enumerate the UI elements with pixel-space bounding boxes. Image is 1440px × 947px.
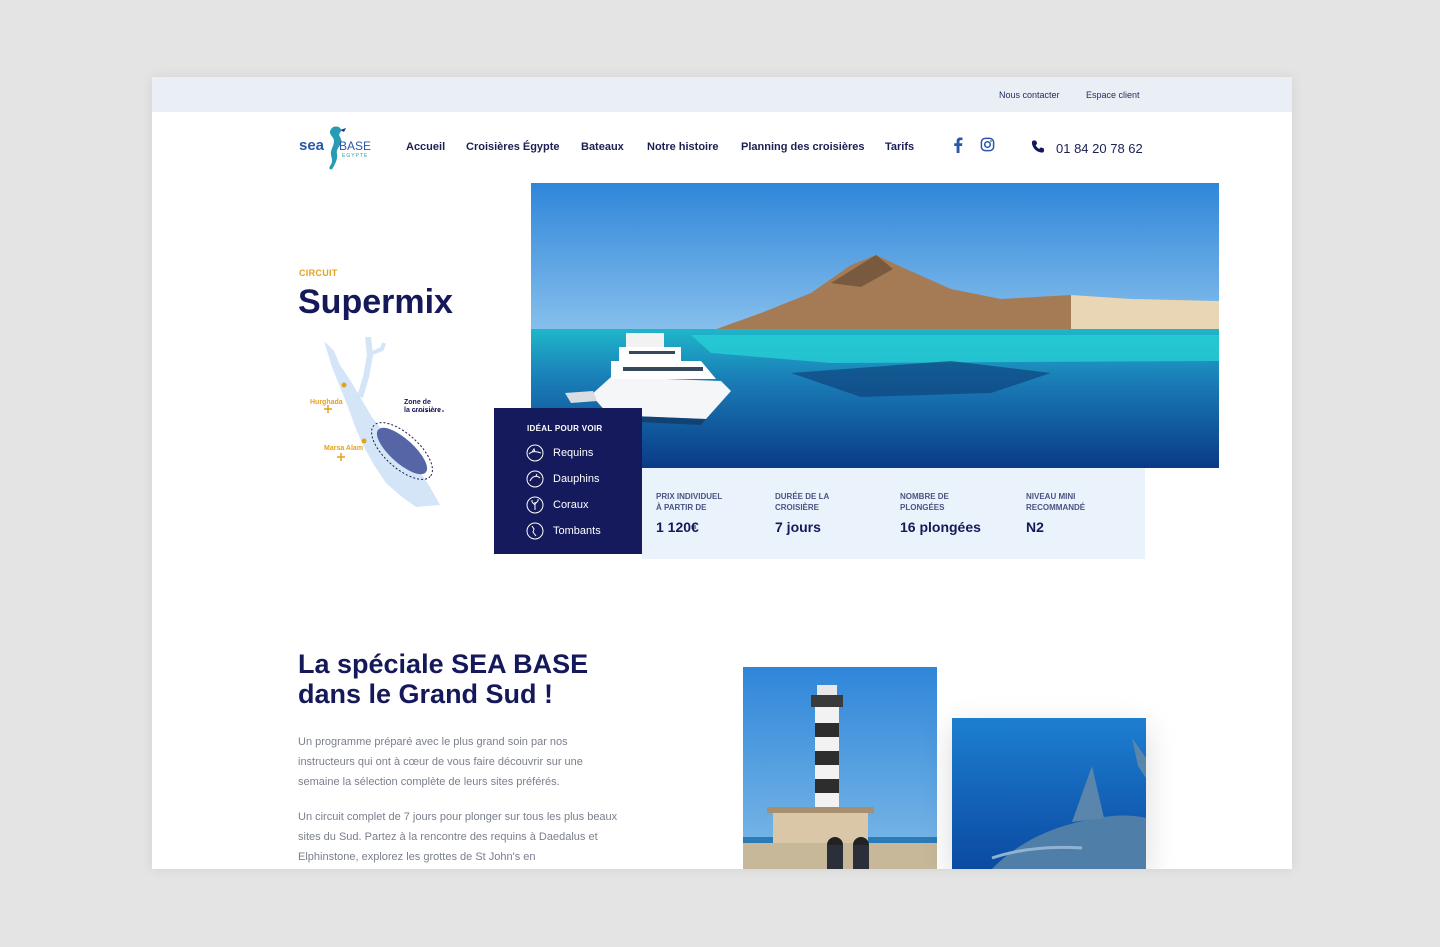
nav-histoire[interactable]: Notre histoire — [647, 141, 719, 153]
price-value: 1 120€ — [656, 519, 699, 535]
phone-number[interactable]: 01 84 20 78 62 — [1056, 141, 1143, 156]
top-utility-bar: Nous contacter Espace client — [152, 77, 1292, 112]
shark-image — [952, 718, 1146, 869]
section-paragraph-2: Un circuit complet de 7 jours pour plong… — [298, 811, 618, 863]
dives-label-line2: PLONGÉES — [900, 503, 945, 512]
contact-link[interactable]: Nous contacter — [999, 90, 1060, 100]
instagram-icon[interactable] — [980, 137, 995, 152]
level-label-line1: NIVEAU MINI — [1026, 492, 1076, 501]
section-paragraph-1: Un programme préparé avec le plus grand … — [298, 736, 583, 788]
logo-egypte-text: EGYPTE — [342, 153, 369, 159]
price-label-line2: À PARTIR DE — [656, 503, 707, 512]
section-title: La spéciale SEA BASE dans le Grand Sud ! — [298, 649, 589, 709]
price-info: PRIX INDIVIDUEL À PARTIR DE 1 120€ — [656, 491, 776, 535]
nav-planning[interactable]: Planning des croisières — [741, 141, 865, 153]
circuit-label: CIRCUIT — [299, 268, 338, 278]
ideal-label-dauphins: Dauphins — [553, 473, 600, 485]
coral-icon — [526, 496, 544, 514]
ideal-for-box: IDÉAL POUR VOIR Requins Dauphins Coraux — [494, 408, 642, 554]
client-area-link[interactable]: Espace client — [1086, 90, 1140, 100]
dives-value: 16 plongées — [900, 519, 981, 535]
zone-label-line1: Zone de — [404, 399, 431, 406]
dives-info: NOMBRE DE PLONGÉES 16 plongées — [900, 491, 1020, 535]
level-label: NIVEAU MINI RECOMMANDÉ — [1026, 491, 1146, 513]
facebook-icon[interactable] — [952, 137, 964, 153]
level-value: N2 — [1026, 519, 1044, 535]
level-info: NIVEAU MINI RECOMMANDÉ N2 — [1026, 491, 1146, 535]
zone-label-line2: la croisière — [404, 407, 441, 414]
plane-icon — [324, 405, 332, 413]
nav-accueil[interactable]: Accueil — [406, 141, 445, 153]
duration-value: 7 jours — [775, 519, 821, 535]
ideal-title: IDÉAL POUR VOIR — [527, 424, 603, 433]
marsa-alam-label: Marsa Alam — [324, 445, 364, 452]
shark-icon — [526, 444, 544, 462]
duration-info: DURÉE DE LA CROISIÈRE 7 jours — [775, 491, 895, 535]
nav-bateaux[interactable]: Bateaux — [581, 141, 624, 153]
ideal-label-tombants: Tombants — [553, 525, 601, 537]
page-title: Supermix — [298, 283, 453, 321]
price-label-line1: PRIX INDIVIDUEL — [656, 492, 723, 501]
level-label-line2: RECOMMANDÉ — [1026, 503, 1086, 512]
lighthouse-photo — [743, 667, 937, 869]
dolphin-icon — [526, 470, 544, 488]
shark-photo — [952, 718, 1146, 869]
main-header: sea BASE EGYPTE Accueil Croisières Égypt… — [152, 112, 1292, 182]
logo-base-text: BASE — [339, 139, 372, 153]
dives-label: NOMBRE DE PLONGÉES — [900, 491, 1020, 513]
logo-sea-text: sea — [299, 137, 325, 154]
duration-label-line1: DURÉE DE LA — [775, 492, 830, 501]
cruise-zone-map: Zone de la croisière Hurghada Marsa Alam — [310, 336, 472, 517]
phone-icon — [1031, 140, 1045, 153]
sea-base-logo[interactable]: sea BASE EGYPTE — [297, 122, 377, 174]
ideal-label-coraux: Coraux — [553, 499, 589, 511]
red-sea-map — [324, 336, 444, 507]
hurghada-label: Hurghada — [310, 399, 343, 406]
cruise-info-panel: PRIX INDIVIDUEL À PARTIR DE 1 120€ DURÉE… — [642, 468, 1145, 559]
drop-off-icon — [526, 522, 544, 540]
duration-label-line2: CROISIÈRE — [775, 503, 820, 512]
zone-label: Zone de la croisière — [404, 399, 441, 415]
nav-tarifs[interactable]: Tarifs — [885, 141, 914, 153]
duration-label: DURÉE DE LA CROISIÈRE — [775, 491, 895, 513]
price-label: PRIX INDIVIDUEL À PARTIR DE — [656, 491, 776, 513]
dives-label-line1: NOMBRE DE — [900, 492, 949, 501]
nav-croisieres[interactable]: Croisières Égypte — [466, 141, 560, 153]
plane-icon — [337, 453, 345, 461]
lighthouse-image — [743, 667, 937, 869]
browser-page: Nous contacter Espace client sea BASE EG… — [152, 77, 1292, 869]
ideal-label-requins: Requins — [553, 447, 594, 459]
